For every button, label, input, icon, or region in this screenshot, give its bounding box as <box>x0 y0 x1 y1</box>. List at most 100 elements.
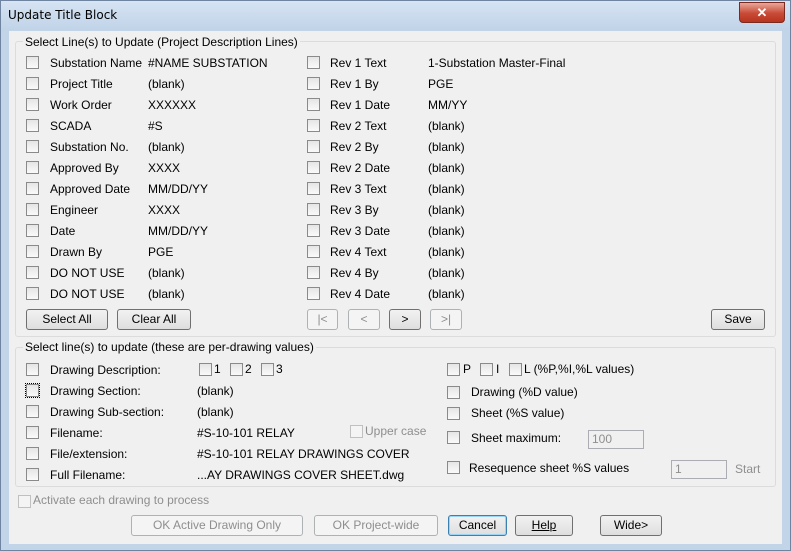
rev-line-value: (blank) <box>428 245 465 259</box>
i-checkbox[interactable] <box>480 363 493 376</box>
wide-button[interactable]: Wide> <box>600 515 662 536</box>
project-line-row[interactable]: Project Title (blank) <box>9 77 299 95</box>
drawing-line-row[interactable]: Drawing Section: (blank) <box>9 383 429 402</box>
rev-line-value: 1-Substation Master-Final <box>428 56 566 70</box>
project-line-checkbox[interactable] <box>26 98 39 111</box>
project-line-row[interactable]: Work Order XXXXXX <box>9 98 299 116</box>
resequence-start-input[interactable]: 1 <box>671 460 727 479</box>
rev-line-checkbox[interactable] <box>307 203 320 216</box>
rev-line-checkbox[interactable] <box>307 119 320 132</box>
rev-line-checkbox[interactable] <box>307 224 320 237</box>
rev-line-value: (blank) <box>428 119 465 133</box>
rev-line-checkbox[interactable] <box>307 182 320 195</box>
rev-line-value: (blank) <box>428 287 465 301</box>
resequence-label: Resequence sheet %S values <box>469 461 630 475</box>
rev-line-checkbox[interactable] <box>307 56 320 69</box>
rev-line-checkbox[interactable] <box>307 287 320 300</box>
rev-line-row[interactable]: Rev 1 Date MM/YY <box>299 98 769 116</box>
rev-line-value: (blank) <box>428 224 465 238</box>
ok-active-drawing-button[interactable]: OK Active Drawing Only <box>131 515 303 536</box>
rev-line-checkbox[interactable] <box>307 266 320 279</box>
project-line-checkbox[interactable] <box>26 182 39 195</box>
rev-line-row[interactable]: Rev 3 Text (blank) <box>299 182 769 200</box>
project-line-checkbox[interactable] <box>26 77 39 90</box>
drawing-line-checkbox[interactable] <box>26 447 39 460</box>
project-line-checkbox[interactable] <box>26 56 39 69</box>
desc-option-1-checkbox[interactable] <box>199 363 212 376</box>
nav-prev-button[interactable]: < <box>348 309 380 330</box>
cancel-button[interactable]: Cancel <box>448 515 507 536</box>
project-line-checkbox[interactable] <box>26 287 39 300</box>
drawing-line-row[interactable]: Drawing Sub-section: (blank) <box>9 405 429 423</box>
rev-line-row[interactable]: Rev 1 Text 1-Substation Master-Final <box>299 56 769 74</box>
select-all-button[interactable]: Select All <box>26 309 108 330</box>
rev-line-checkbox[interactable] <box>307 77 320 90</box>
resequence-checkbox[interactable] <box>447 461 460 474</box>
activate-each-checkbox[interactable] <box>18 495 31 508</box>
close-button[interactable]: ✕ <box>739 2 785 23</box>
start-label: Start <box>735 462 761 476</box>
ok-project-wide-button[interactable]: OK Project-wide <box>314 515 438 536</box>
rev-line-row[interactable]: Rev 1 By PGE <box>299 77 769 95</box>
drawing-line-checkbox[interactable] <box>26 468 39 481</box>
drawing-line-checkbox[interactable] <box>26 426 39 439</box>
rev-line-row[interactable]: Rev 2 By (blank) <box>299 140 769 158</box>
drawing-line-row[interactable]: Full Filename: ...AY DRAWINGS COVER SHEET… <box>9 468 429 486</box>
rev-line-row[interactable]: Rev 4 By (blank) <box>299 266 769 284</box>
project-line-value: (blank) <box>148 77 185 91</box>
activate-each-label: Activate each drawing to process <box>33 493 210 507</box>
project-line-row[interactable]: DO NOT USE (blank) <box>9 287 299 305</box>
nav-first-button[interactable]: |< <box>307 309 338 330</box>
project-line-checkbox[interactable] <box>26 119 39 132</box>
sheet-max-input[interactable]: 100 <box>588 430 644 449</box>
drawing-line-checkbox[interactable] <box>26 363 39 376</box>
rev-line-row[interactable]: Rev 2 Date (blank) <box>299 161 769 179</box>
rev-line-checkbox[interactable] <box>307 140 320 153</box>
project-line-checkbox[interactable] <box>26 140 39 153</box>
rev-line-row[interactable]: Rev 3 By (blank) <box>299 203 769 221</box>
project-line-checkbox[interactable] <box>26 161 39 174</box>
project-line-row[interactable]: SCADA #S <box>9 119 299 137</box>
rev-line-row[interactable]: Rev 3 Date (blank) <box>299 224 769 242</box>
desc-option-3-checkbox[interactable] <box>261 363 274 376</box>
project-line-checkbox[interactable] <box>26 245 39 258</box>
project-line-row[interactable]: Date MM/DD/YY <box>9 224 299 242</box>
project-line-label: Approved By <box>50 161 119 175</box>
rev-line-checkbox[interactable] <box>307 98 320 111</box>
nav-last-button[interactable]: >| <box>430 309 462 330</box>
project-line-row[interactable]: Drawn By PGE <box>9 245 299 263</box>
title-bar[interactable]: Update Title Block ✕ <box>1 1 790 30</box>
project-line-row[interactable]: Substation No. (blank) <box>9 140 299 158</box>
rev-line-checkbox[interactable] <box>307 245 320 258</box>
p-checkbox[interactable] <box>447 363 460 376</box>
drawing-line-row[interactable]: File/extension: #S-10-101 RELAY DRAWINGS … <box>9 447 429 465</box>
nav-next-button[interactable]: > <box>389 309 421 330</box>
project-line-checkbox[interactable] <box>26 266 39 279</box>
sheet-s-checkbox[interactable] <box>447 407 460 420</box>
rev-line-row[interactable]: Rev 4 Date (blank) <box>299 287 769 305</box>
drawing-line-checkbox[interactable] <box>26 405 39 418</box>
l-checkbox[interactable] <box>509 363 522 376</box>
drawing-line-label: Filename: <box>50 426 103 440</box>
project-line-row[interactable]: DO NOT USE (blank) <box>9 266 299 284</box>
project-line-checkbox[interactable] <box>26 224 39 237</box>
drawing-line-value: #S-10-101 RELAY DRAWINGS COVER <box>197 447 410 461</box>
project-line-label: Project Title <box>50 77 113 91</box>
upper-case-checkbox[interactable] <box>350 425 363 438</box>
project-line-row[interactable]: Approved Date MM/DD/YY <box>9 182 299 200</box>
rev-line-row[interactable]: Rev 4 Text (blank) <box>299 245 769 263</box>
project-line-row[interactable]: Engineer XXXX <box>9 203 299 221</box>
sheet-max-checkbox[interactable] <box>447 431 460 444</box>
project-line-checkbox[interactable] <box>26 203 39 216</box>
rev-line-row[interactable]: Rev 2 Text (blank) <box>299 119 769 137</box>
clear-all-button[interactable]: Clear All <box>117 309 191 330</box>
project-line-row[interactable]: Approved By XXXX <box>9 161 299 179</box>
drawing-line-label: File/extension: <box>50 447 128 461</box>
save-button[interactable]: Save <box>711 309 765 330</box>
drawing-d-checkbox[interactable] <box>447 386 460 399</box>
help-button[interactable]: Help <box>515 515 573 536</box>
project-line-row[interactable]: Substation Name #NAME SUBSTATION <box>9 56 299 74</box>
desc-option-2-checkbox[interactable] <box>230 363 243 376</box>
rev-line-checkbox[interactable] <box>307 161 320 174</box>
drawing-line-checkbox[interactable] <box>25 383 40 398</box>
